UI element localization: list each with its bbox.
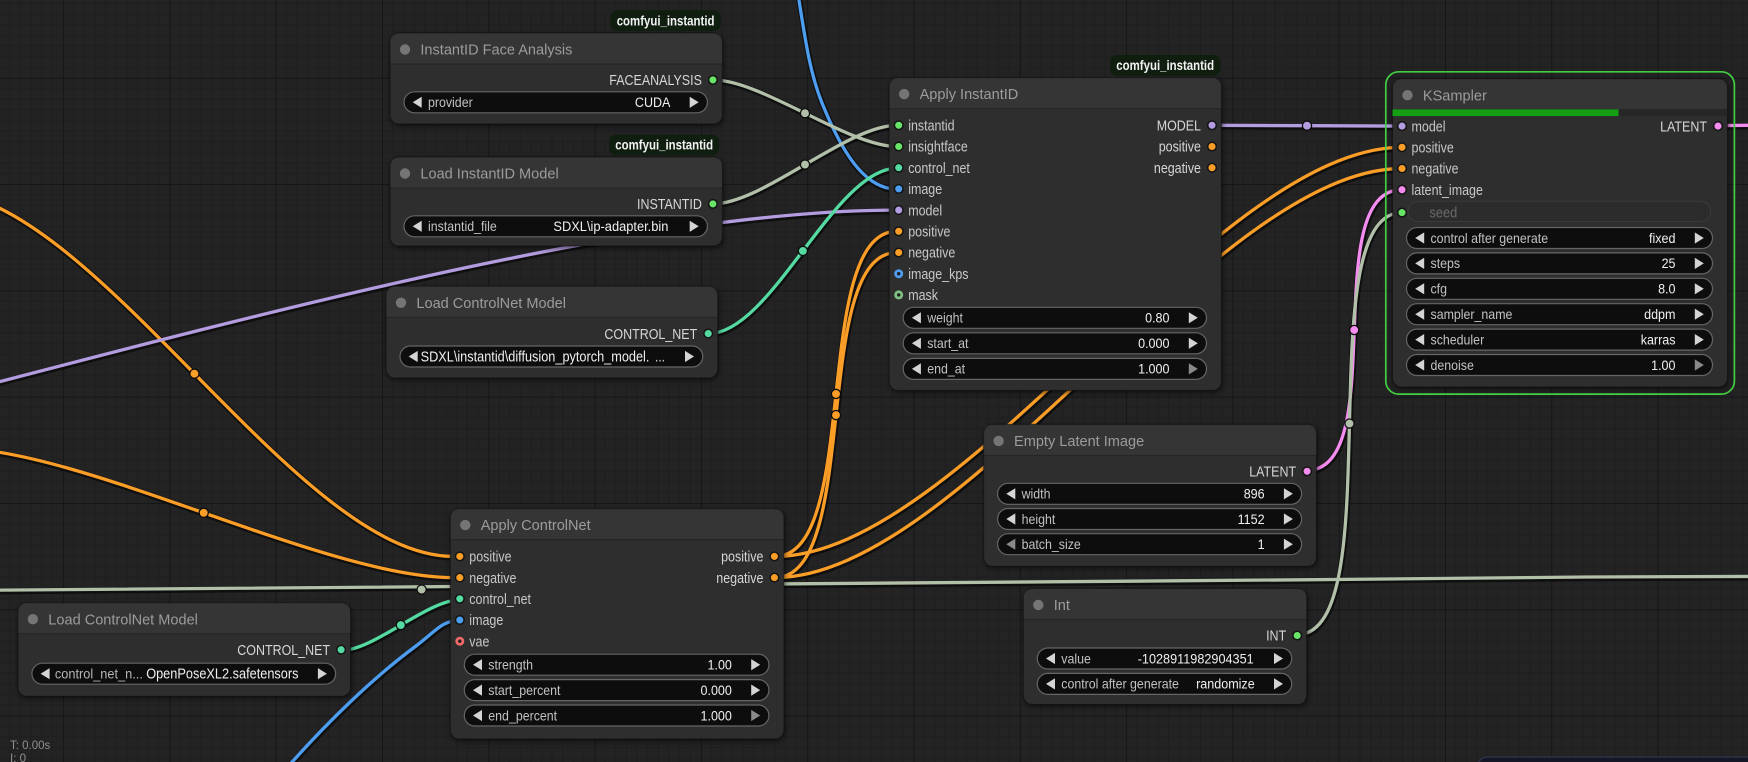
svg-text:Load InstantID Model: Load InstantID Model [420,166,558,183]
svg-text:strength: strength [488,658,533,673]
svg-text:25: 25 [1662,256,1676,272]
svg-text:positive: positive [469,550,511,566]
svg-text:negative: negative [469,571,516,587]
svg-text:sampler_name: sampler_name [1431,307,1513,322]
svg-text:comfyui_instantid: comfyui_instantid [615,138,713,153]
svg-text:negative: negative [1154,161,1201,177]
svg-text:steps: steps [1431,256,1461,271]
svg-text:karras: karras [1641,332,1676,348]
svg-text:1.000: 1.000 [1138,362,1169,378]
svg-text:comfyui_instantid: comfyui_instantid [1116,58,1214,73]
svg-text:vae: vae [469,634,489,650]
svg-text:InstantID Face Analysis: InstantID Face Analysis [420,42,572,59]
svg-text:Apply ControlNet: Apply ControlNet [481,517,592,534]
svg-text:Load ControlNet Model: Load ControlNet Model [48,611,198,628]
svg-text:ddpm: ddpm [1644,307,1675,323]
svg-text:positive: positive [1159,140,1201,156]
svg-text:image: image [908,182,942,198]
svg-text:896: 896 [1244,487,1265,503]
svg-text:Int: Int [1054,597,1071,614]
svg-text:0.000: 0.000 [1138,336,1169,352]
svg-text:height: height [1022,512,1056,527]
svg-text:Load ControlNet Model: Load ControlNet Model [416,295,566,312]
svg-text:model: model [1412,119,1446,135]
svg-text:cfg: cfg [1431,282,1448,297]
svg-text:seed: seed [1430,205,1458,221]
svg-text:denoise: denoise [1431,358,1475,373]
svg-text:LATENT: LATENT [1249,465,1296,481]
svg-text:latent_image: latent_image [1412,183,1483,199]
svg-text:comfyui_instantid: comfyui_instantid [617,13,715,28]
svg-text:8.0: 8.0 [1658,282,1675,298]
svg-text:OpenPoseXL2.safetensors: OpenPoseXL2.safetensors [146,667,298,683]
svg-text:control_net: control_net [908,161,970,177]
svg-text:positive: positive [908,225,950,241]
svg-text:FACEANALYSIS: FACEANALYSIS [609,73,702,89]
svg-text:batch_size: batch_size [1022,537,1081,552]
svg-text:I: 0: I: 0 [10,753,26,762]
svg-text:1.00: 1.00 [1651,358,1675,374]
svg-text:negative: negative [908,246,955,262]
svg-text:Empty Latent Image: Empty Latent Image [1014,433,1144,450]
svg-text:image_kps: image_kps [908,267,968,283]
svg-text:instantid_file: instantid_file [428,219,497,234]
svg-text:fixed: fixed [1649,231,1676,247]
svg-text:SDXL\instantid\diffusion_pytor: SDXL\instantid\diffusion_pytorch_model. [421,350,650,366]
svg-text:insightface: insightface [908,140,968,156]
svg-text:value: value [1061,651,1091,666]
svg-text:KSampler: KSampler [1423,87,1487,104]
svg-text:start_at: start_at [927,336,968,351]
svg-text:-1028911982904351: -1028911982904351 [1138,651,1254,667]
svg-text:T: 0.00s: T: 0.00s [10,740,51,752]
svg-text:...: ... [655,350,665,366]
svg-text:0.80: 0.80 [1145,311,1169,327]
svg-text:end_percent: end_percent [488,708,557,723]
svg-text:Apply InstantID: Apply InstantID [920,86,1019,103]
svg-text:mask: mask [908,288,938,304]
svg-text:instantid: instantid [908,119,954,135]
svg-text:end_at: end_at [927,362,965,377]
svg-text:1.00: 1.00 [708,658,732,674]
svg-text:positive: positive [721,550,763,566]
svg-text:provider: provider [428,95,473,110]
svg-text:INSTANTID: INSTANTID [637,197,702,213]
svg-text:image: image [469,613,503,629]
svg-text:randomize: randomize [1196,677,1255,693]
svg-text:SDXL\ip-adapter.bin: SDXL\ip-adapter.bin [553,219,668,235]
svg-text:INT: INT [1266,629,1286,645]
svg-text:control after generate: control after generate [1431,231,1549,246]
svg-text:negative: negative [1412,162,1459,178]
svg-text:model: model [908,203,942,219]
svg-text:control_net: control_net [469,592,531,608]
svg-text:CONTROL_NET: CONTROL_NET [237,643,330,659]
svg-text:start_percent: start_percent [488,683,560,698]
svg-text:MODEL: MODEL [1157,119,1201,135]
svg-text:scheduler: scheduler [1431,332,1485,347]
svg-text:CONTROL_NET: CONTROL_NET [604,327,697,343]
svg-text:weight: weight [926,311,963,326]
svg-text:1: 1 [1258,537,1265,553]
svg-text:width: width [1021,487,1051,502]
svg-text:control after generate: control after generate [1061,677,1179,692]
svg-text:1152: 1152 [1238,512,1265,528]
svg-text:LATENT: LATENT [1660,119,1707,135]
svg-text:negative: negative [716,571,763,587]
svg-text:CUDA: CUDA [635,95,671,111]
svg-text:positive: positive [1412,141,1454,157]
svg-text:control_net_n...: control_net_n... [55,667,143,682]
svg-text:0.000: 0.000 [701,683,732,699]
svg-text:1.000: 1.000 [701,708,732,724]
